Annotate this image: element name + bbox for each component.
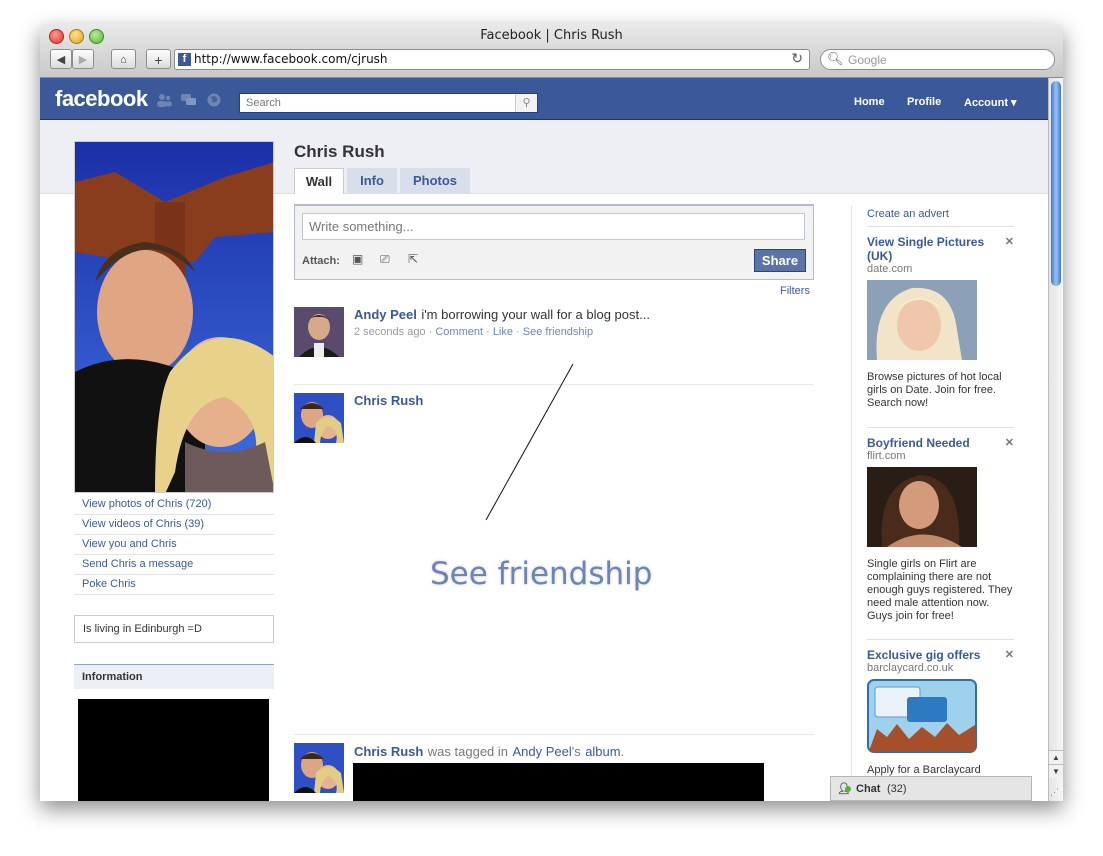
chris-rush-avatar-2[interactable] bbox=[294, 743, 344, 793]
search-icon: 🔍︎ bbox=[827, 51, 844, 66]
ad-text: Browse pictures of hot local girls on Da… bbox=[867, 371, 1002, 409]
album-owner-link[interactable]: Andy Peel bbox=[512, 744, 571, 759]
window-resize-grip-icon[interactable]: ⋰ bbox=[1050, 787, 1062, 799]
chat-count: (32) bbox=[887, 783, 907, 795]
possessive-text: 's bbox=[571, 744, 581, 759]
ad-title[interactable]: Exclusive gig offers bbox=[867, 648, 992, 662]
ad-close-icon[interactable]: ✕ bbox=[1005, 648, 1014, 661]
fb-search-input[interactable]: Search ⚲ bbox=[239, 93, 538, 113]
back-button[interactable]: ◀ bbox=[50, 49, 72, 69]
chat-bar[interactable]: 👤︎ Chat (32) bbox=[830, 776, 1032, 801]
see-friendship-annotation: See friendship bbox=[430, 556, 653, 592]
chat-label: Chat bbox=[856, 783, 881, 795]
ad-exclusive-gig-offers[interactable]: Exclusive gig offers ✕ barclaycard.co.uk… bbox=[867, 639, 1014, 777]
story-end-period: . bbox=[620, 744, 625, 759]
address-bar[interactable]: f http://www.facebook.com/cjrush ↻ bbox=[174, 49, 810, 70]
browser-search-placeholder: Google bbox=[848, 53, 887, 67]
ad-domain: date.com bbox=[867, 263, 913, 275]
fb-header: facebook Search ⚲ Home Profile Account ▾ bbox=[40, 78, 1048, 120]
story-actor-chris-rush-tagged[interactable]: Chris Rush bbox=[354, 744, 423, 759]
home-icon[interactable]: ⌂ bbox=[111, 49, 136, 69]
nav-account-menu[interactable]: Account ▾ bbox=[964, 96, 1017, 109]
ad-image[interactable] bbox=[867, 679, 977, 753]
ad-title[interactable]: Boyfriend Needed bbox=[867, 436, 992, 450]
ad-image[interactable] bbox=[867, 280, 977, 360]
fb-search-button-icon[interactable]: ⚲ bbox=[515, 94, 537, 112]
window-title: Facebook | Chris Rush bbox=[480, 28, 623, 43]
ad-domain: flirt.com bbox=[867, 450, 906, 462]
nav-home-link[interactable]: Home bbox=[854, 96, 885, 108]
forward-button[interactable]: ▶ bbox=[72, 49, 94, 69]
profile-page: View photos of Chris (720) View videos o… bbox=[40, 120, 1048, 801]
add-bookmark-button[interactable]: + bbox=[146, 49, 171, 69]
friend-requests-icon[interactable] bbox=[156, 93, 172, 107]
scrollbar-thumb[interactable] bbox=[1051, 81, 1061, 286]
browser-window: Facebook | Chris Rush ◀ ▶ ⌂ + f http://w… bbox=[40, 24, 1063, 801]
browser-titlebar: Facebook | Chris Rush ◀ ▶ ⌂ + f http://w… bbox=[40, 24, 1063, 78]
ads-column: Create an advert View Single Pictures (U… bbox=[851, 206, 1015, 801]
scroll-up-arrow-icon[interactable]: ▲ bbox=[1049, 750, 1063, 764]
ad-title[interactable]: View Single Pictures (UK) bbox=[867, 235, 992, 263]
ad-close-icon[interactable]: ✕ bbox=[1005, 436, 1014, 449]
notifications-globe-icon[interactable] bbox=[206, 93, 222, 107]
wall-story-3: Chris Rush was tagged in Andy Peel's alb… bbox=[294, 734, 814, 801]
facebook-logo[interactable]: facebook bbox=[55, 86, 148, 112]
facebook-favicon-icon: f bbox=[178, 53, 191, 66]
tagged-photo-redacted bbox=[353, 763, 764, 801]
ad-text: Single girls on Flirt are complaining th… bbox=[867, 558, 1013, 622]
nav-profile-link[interactable]: Profile bbox=[907, 96, 941, 108]
browser-search-field[interactable]: 🔍︎ Google bbox=[820, 49, 1055, 70]
reload-icon[interactable]: ↻ bbox=[791, 50, 803, 67]
create-advert-link[interactable]: Create an advert bbox=[867, 208, 949, 220]
online-dot-icon bbox=[845, 786, 851, 792]
ad-boyfriend-needed[interactable]: Boyfriend Needed ✕ flirt.com Single girl… bbox=[867, 427, 1014, 623]
url-text: http://www.facebook.com/cjrush bbox=[194, 52, 388, 66]
ad-close-icon[interactable]: ✕ bbox=[1005, 235, 1014, 248]
ad-single-pictures[interactable]: View Single Pictures (UK) ✕ date.com Bro… bbox=[867, 226, 1014, 410]
ad-image[interactable] bbox=[867, 467, 977, 547]
vertical-scrollbar[interactable]: ▲ ▼ bbox=[1048, 78, 1063, 801]
messages-icon[interactable] bbox=[181, 93, 197, 107]
album-link[interactable]: album bbox=[585, 744, 620, 759]
story-tagged-text: was tagged in bbox=[427, 744, 509, 759]
ad-domain: barclaycard.co.uk bbox=[867, 662, 954, 674]
scroll-down-arrow-icon[interactable]: ▼ bbox=[1049, 764, 1063, 778]
fb-search-placeholder: Search bbox=[246, 97, 281, 109]
